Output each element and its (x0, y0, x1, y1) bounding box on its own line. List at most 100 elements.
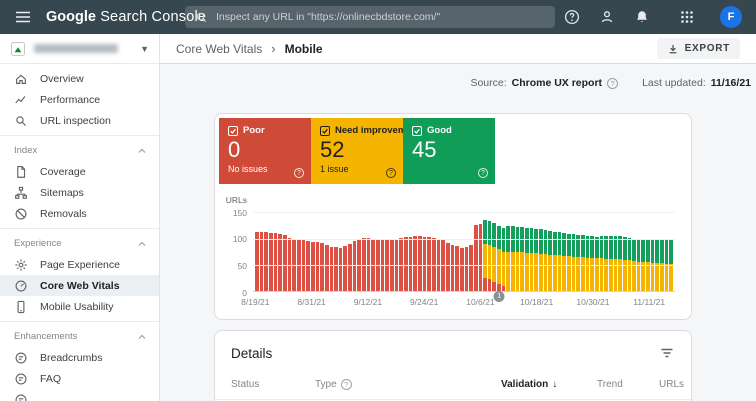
chart-bar[interactable] (669, 212, 673, 291)
chart-bar[interactable] (274, 212, 278, 291)
chart-bar[interactable] (339, 212, 343, 291)
chart-bar[interactable] (437, 212, 441, 291)
status-block-good[interactable]: Good 45 ? (403, 118, 495, 184)
hamburger-menu-icon[interactable] (14, 8, 32, 26)
chart-bar[interactable] (544, 212, 548, 291)
column-status[interactable]: Status (231, 379, 315, 390)
chart-bar[interactable] (376, 212, 380, 291)
chart-bar[interactable] (399, 212, 403, 291)
sidebar-item-sitemaps[interactable]: Sitemaps (0, 182, 159, 203)
chart-bar[interactable] (665, 212, 669, 291)
chart-bar[interactable] (316, 212, 320, 291)
sidebar-item-partial[interactable] (0, 389, 159, 401)
chart-bar[interactable] (343, 212, 347, 291)
chart-bar[interactable] (637, 212, 641, 291)
chart-bar[interactable] (255, 212, 259, 291)
sidebar-item-breadcrumbs[interactable]: Breadcrumbs (0, 347, 159, 368)
chart-bar[interactable] (576, 212, 580, 291)
chart-bar[interactable] (362, 212, 366, 291)
chart-bar[interactable] (381, 212, 385, 291)
chart-bar[interactable] (404, 212, 408, 291)
status-help-icon[interactable]: ? (478, 168, 488, 178)
chart-bar[interactable] (539, 212, 543, 291)
export-button[interactable]: EXPORT (657, 38, 740, 59)
chart-bar[interactable] (497, 212, 501, 291)
chart-bar[interactable] (516, 212, 520, 291)
chart-bar[interactable] (604, 212, 608, 291)
chart-bar[interactable] (306, 212, 310, 291)
chart-bar[interactable] (311, 212, 315, 291)
status-checkbox-checked[interactable] (228, 126, 238, 136)
chart-bar[interactable] (330, 212, 334, 291)
chart-bar[interactable] (465, 212, 469, 291)
chart-bar[interactable] (367, 212, 371, 291)
chart-bar[interactable] (581, 212, 585, 291)
column-type[interactable]: Type? (315, 379, 501, 390)
sidebar-item-page-experience[interactable]: Page Experience (0, 254, 159, 275)
chart-bar[interactable] (427, 212, 431, 291)
chart-bar[interactable] (530, 212, 534, 291)
chart-bar[interactable] (572, 212, 576, 291)
sidebar-item-performance[interactable]: Performance (0, 89, 159, 110)
column-trend[interactable]: Trend (597, 379, 659, 390)
status-help-icon[interactable]: ? (294, 168, 304, 178)
google-apps-grid-icon[interactable] (679, 9, 695, 25)
sidebar-item-coverage[interactable]: Coverage (0, 161, 159, 182)
chart-bar[interactable] (325, 212, 329, 291)
chart-bar[interactable] (548, 212, 552, 291)
chart-bar[interactable] (455, 212, 459, 291)
help-icon[interactable] (564, 9, 580, 25)
chart-bar[interactable] (409, 212, 413, 291)
url-inspect-search-input[interactable]: Inspect any URL in "https://onlinecbdsto… (185, 6, 555, 28)
chart-bar[interactable] (479, 212, 483, 291)
chart-bar[interactable] (288, 212, 292, 291)
chart-bar[interactable] (423, 212, 427, 291)
sidebar-item-mobile-usability[interactable]: Mobile Usability (0, 296, 159, 317)
chart-bar[interactable] (264, 212, 268, 291)
chart-bar[interactable] (623, 212, 627, 291)
chart-bar[interactable] (413, 212, 417, 291)
chart-bar[interactable] (283, 212, 287, 291)
notifications-bell-icon[interactable] (634, 9, 650, 25)
chart-bar[interactable] (483, 212, 487, 291)
chart-bar[interactable] (600, 212, 604, 291)
chart-bar[interactable] (553, 212, 557, 291)
chart-bar[interactable] (618, 212, 622, 291)
status-help-icon[interactable]: ? (386, 168, 396, 178)
sidebar-section-experience[interactable]: Experience (0, 233, 159, 254)
chart-bar[interactable] (641, 212, 645, 291)
chart-bar[interactable] (595, 212, 599, 291)
chart-bar[interactable] (451, 212, 455, 291)
breadcrumb-parent[interactable]: Core Web Vitals (176, 42, 262, 56)
chart-bar[interactable] (418, 212, 422, 291)
chart-bar[interactable] (371, 212, 375, 291)
chart-bar[interactable] (488, 212, 492, 291)
chart-bar[interactable] (520, 212, 524, 291)
status-block-need-improvement[interactable]: Need improvement 52 1 issue ? (311, 118, 403, 184)
chart-bar[interactable] (609, 212, 613, 291)
chart-bar[interactable] (320, 212, 324, 291)
chart-bar[interactable] (628, 212, 632, 291)
chart-bar[interactable] (534, 212, 538, 291)
chart-bar[interactable] (260, 212, 264, 291)
chart-bar[interactable] (469, 212, 473, 291)
chart-bar[interactable] (660, 212, 664, 291)
sidebar-item-core-web-vitals[interactable]: Core Web Vitals (0, 275, 159, 296)
chart-bar[interactable] (432, 212, 436, 291)
chart-bar[interactable] (390, 212, 394, 291)
chart-bar[interactable] (655, 212, 659, 291)
chart-bar[interactable] (334, 212, 338, 291)
chart-bar[interactable] (357, 212, 361, 291)
chart-bar[interactable] (558, 212, 562, 291)
chart-bar[interactable] (567, 212, 571, 291)
status-block-poor[interactable]: Poor 0 No issues ? (219, 118, 311, 184)
app-logo[interactable]: Google Search Console (46, 9, 206, 25)
chart-bar[interactable] (511, 212, 515, 291)
chart-bar[interactable] (502, 212, 506, 291)
chart-bar[interactable] (492, 212, 496, 291)
chart-bar[interactable] (525, 212, 529, 291)
manage-account-icon[interactable] (599, 9, 615, 25)
chart-bar[interactable] (353, 212, 357, 291)
chart-bar[interactable] (474, 212, 478, 291)
column-urls[interactable]: URLs (659, 379, 684, 390)
